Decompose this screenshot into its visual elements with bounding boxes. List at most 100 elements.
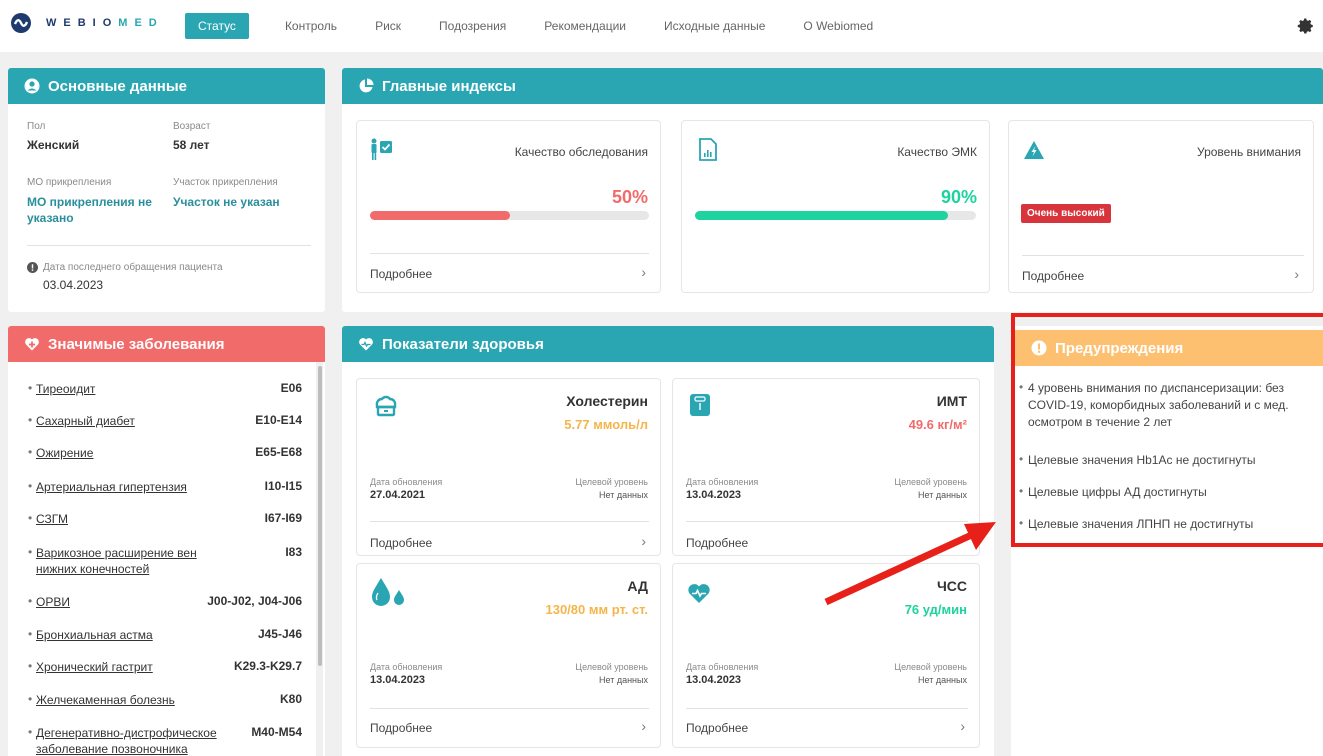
top-navbar: WEBIOMED Статус Контроль Риск Подозрения… bbox=[0, 0, 1323, 52]
index-card-examination: Качество обследования 50% Подробнее › bbox=[356, 120, 661, 293]
bmi-title: ИМТ bbox=[936, 393, 967, 409]
pie-chart-icon bbox=[359, 78, 374, 93]
mo-label: МО прикрепления bbox=[27, 177, 112, 188]
cholesterol-icon bbox=[375, 395, 397, 417]
blood-pressure-target-label: Целевой уровень bbox=[575, 662, 648, 672]
heart-rate-date-label: Дата обновления bbox=[686, 662, 759, 672]
cholesterol-more[interactable]: Подробнее bbox=[370, 536, 432, 550]
warning-bullet: • bbox=[1019, 484, 1024, 498]
sex-label: Пол bbox=[27, 121, 46, 132]
index-examination-divider bbox=[370, 253, 649, 254]
blood-pressure-title: АД bbox=[627, 578, 648, 594]
heart-rate-date: 13.04.2023 bbox=[686, 674, 742, 686]
annotation-arrow-icon bbox=[824, 522, 996, 606]
cholesterol-value: 5.77 ммоль/л bbox=[564, 417, 648, 432]
index-card-emr: Качество ЭМК 90% bbox=[681, 120, 990, 293]
index-card-attention: Уровень внимания Очень высокий Подробнее… bbox=[1008, 120, 1314, 293]
index-examination-value: 50% bbox=[611, 187, 648, 207]
bmi-date: 13.04.2023 bbox=[686, 489, 742, 501]
cholesterol-target-label: Целевой уровень bbox=[575, 477, 648, 487]
gear-icon[interactable] bbox=[1297, 17, 1315, 35]
heart-plus-icon bbox=[25, 338, 39, 351]
warning-item: Целевые значения Hb1Ac не достигнуты bbox=[1028, 453, 1256, 467]
chevron-right-icon[interactable]: › bbox=[641, 533, 646, 549]
nav-about[interactable]: О Webiomed bbox=[803, 13, 873, 39]
basic-divider bbox=[27, 245, 311, 246]
mo-value[interactable]: МО прикрепления не указано bbox=[27, 194, 162, 226]
cholesterol-target-value: Нет данных bbox=[599, 490, 648, 500]
logo-text: WEBIOMED bbox=[46, 17, 164, 29]
warning-item: Целевые значения ЛПНП не достигнуты bbox=[1028, 517, 1254, 531]
user-icon bbox=[24, 78, 40, 94]
chevron-right-icon[interactable]: › bbox=[960, 718, 965, 734]
cholesterol-title: Холестерин bbox=[566, 393, 648, 409]
cholesterol-date-label: Дата обновления bbox=[370, 477, 443, 487]
nav-suspicions[interactable]: Подозрения bbox=[439, 13, 506, 39]
bmi-date-label: Дата обновления bbox=[686, 477, 759, 487]
bmi-more[interactable]: Подробнее bbox=[686, 536, 748, 550]
index-emr-title: Качество ЭМК bbox=[897, 145, 977, 159]
heart-pulse-icon bbox=[359, 338, 373, 351]
last-visit-label: Дата последнего обращения пациента bbox=[43, 262, 223, 273]
main-indices-header: Главные индексы bbox=[342, 68, 1323, 104]
nav-control[interactable]: Контроль bbox=[285, 13, 337, 39]
health-indicators-title: Показатели здоровья bbox=[382, 335, 544, 353]
cholesterol-divider bbox=[370, 521, 649, 522]
basic-data-header: Основные данные bbox=[8, 68, 325, 104]
health-card-cholesterol: Холестерин 5.77 ммоль/л Дата обновления … bbox=[356, 378, 661, 556]
blood-pressure-value: 130/80 мм рт. ст. bbox=[545, 602, 648, 617]
sex-value: Женский bbox=[27, 138, 80, 152]
heart-rate-target-label: Целевой уровень bbox=[894, 662, 967, 672]
chevron-right-icon[interactable]: › bbox=[1294, 266, 1299, 282]
age-label: Возраст bbox=[173, 121, 211, 132]
bmi-target-label: Целевой уровень bbox=[894, 477, 967, 487]
index-attention-more[interactable]: Подробнее bbox=[1022, 269, 1084, 283]
nav-recommendations[interactable]: Рекомендации bbox=[544, 13, 626, 39]
heart-rate-more[interactable]: Подробнее bbox=[686, 721, 748, 735]
diseases-title: Значимые заболевания bbox=[48, 335, 225, 353]
scale-icon bbox=[690, 394, 710, 416]
warning-bullet: • bbox=[1019, 452, 1024, 466]
heart-rate-icon bbox=[688, 584, 710, 603]
info-icon bbox=[27, 262, 38, 273]
nav-risk[interactable]: Риск bbox=[375, 13, 401, 39]
warning-item: Целевые цифры АД достигнуты bbox=[1028, 485, 1207, 499]
basic-data-title: Основные данные bbox=[48, 77, 187, 95]
blood-pressure-target-value: Нет данных bbox=[599, 675, 648, 685]
index-examination-more[interactable]: Подробнее bbox=[370, 267, 432, 281]
cholesterol-date: 27.04.2021 bbox=[370, 489, 426, 501]
diseases-header: Значимые заболевания bbox=[8, 326, 325, 362]
warning-bullet: • bbox=[1019, 516, 1024, 530]
index-examination-progress bbox=[370, 211, 649, 220]
index-attention-title: Уровень внимания bbox=[1196, 145, 1301, 159]
age-value: 58 лет bbox=[173, 138, 210, 152]
warning-bullet: • bbox=[1019, 380, 1024, 394]
chevron-right-icon[interactable]: › bbox=[641, 264, 646, 280]
logo-icon bbox=[11, 13, 31, 33]
main-indices-title: Главные индексы bbox=[382, 77, 516, 95]
nav-status[interactable]: Статус bbox=[185, 13, 249, 39]
basic-data-card: Основные данные bbox=[8, 68, 325, 312]
bmi-value: 49.6 кг/м² bbox=[908, 417, 967, 432]
heart-rate-divider bbox=[686, 708, 968, 709]
diseases-scrollbar-thumb[interactable] bbox=[318, 366, 322, 666]
chevron-right-icon[interactable]: › bbox=[641, 718, 646, 734]
health-indicators-header: Показатели здоровья bbox=[342, 326, 994, 362]
health-card-blood-pressure: АД 130/80 мм рт. ст. Дата обновления 13.… bbox=[356, 563, 661, 748]
logo[interactable]: WEBIOMED bbox=[10, 12, 164, 34]
alert-triangle-icon bbox=[1024, 141, 1044, 159]
blood-pressure-more[interactable]: Подробнее bbox=[370, 721, 432, 735]
attention-level-badge: Очень высокий bbox=[1021, 204, 1111, 223]
index-emr-value: 90% bbox=[940, 187, 977, 207]
warning-item: 4 уровень внимания по диспансеризации: б… bbox=[1028, 381, 1289, 429]
bmi-target-value: Нет данных bbox=[918, 490, 967, 500]
emr-document-icon bbox=[699, 138, 717, 161]
area-label: Участок прикрепления bbox=[173, 177, 278, 188]
nav-source-data[interactable]: Исходные данные bbox=[664, 13, 765, 39]
examination-icon bbox=[371, 138, 392, 160]
index-examination-title: Качество обследования bbox=[514, 145, 648, 159]
blood-pressure-date: 13.04.2023 bbox=[370, 674, 426, 686]
area-value[interactable]: Участок не указан bbox=[173, 194, 313, 210]
index-emr-progress bbox=[695, 211, 976, 220]
index-attention-divider bbox=[1022, 255, 1304, 256]
